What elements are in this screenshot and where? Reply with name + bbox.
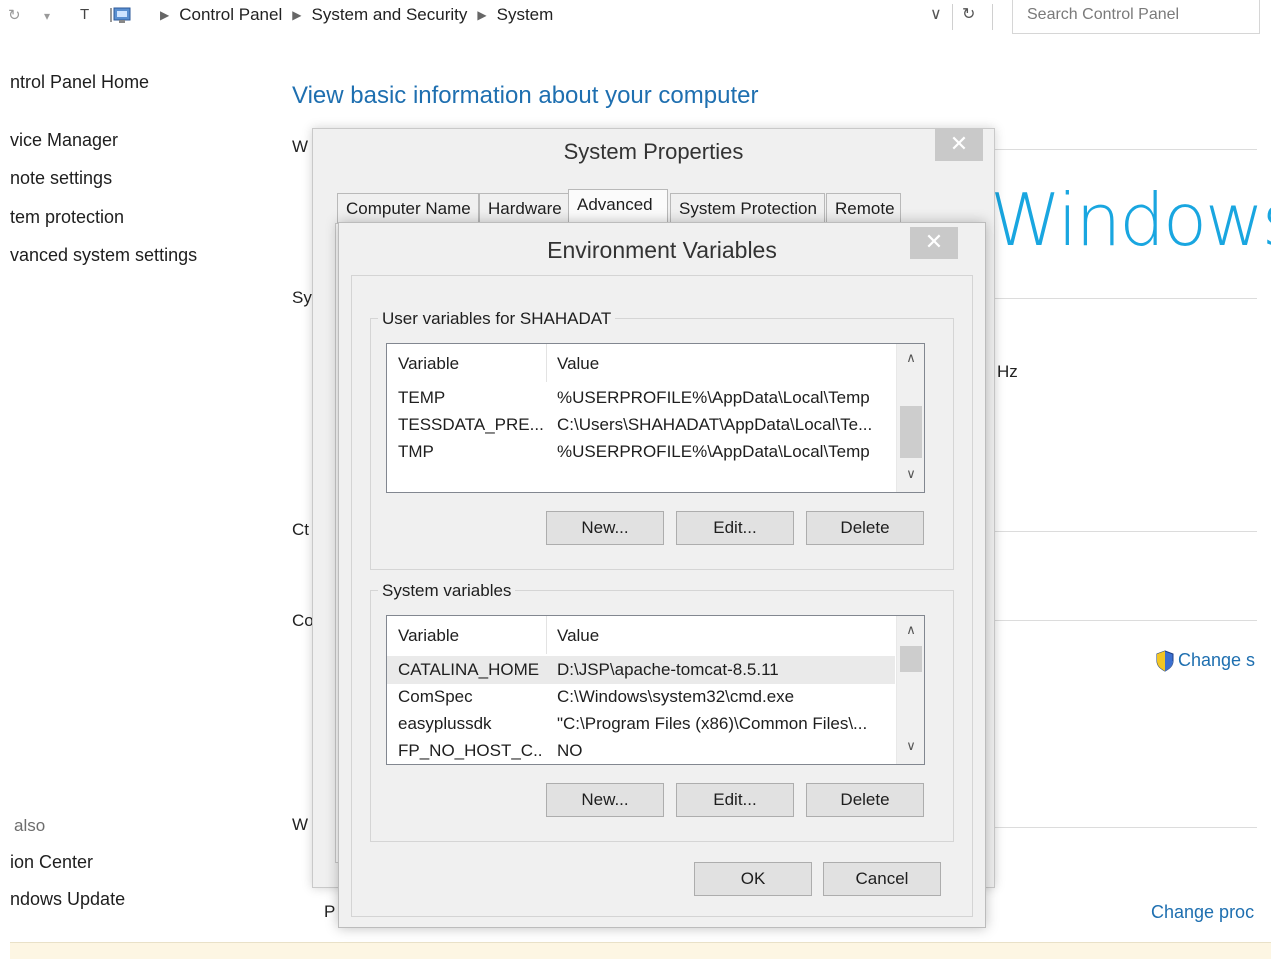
column-header-variable[interactable]: Variable	[398, 354, 459, 374]
up-icon[interactable]: T	[80, 6, 89, 23]
variable-name: easyplussdk	[398, 714, 492, 733]
list-item[interactable]: FP_NO_HOST_C... NO	[387, 739, 895, 764]
user-variables-list[interactable]: Variable Value TEMP %USERPROFILE%\AppDat…	[386, 343, 925, 493]
close-button[interactable]: ✕	[935, 129, 983, 161]
column-header-variable[interactable]: Variable	[398, 626, 459, 646]
user-delete-button[interactable]: Delete	[806, 511, 924, 545]
scrollbar[interactable]: ∧ ∨	[896, 344, 924, 492]
system-edit-button[interactable]: Edit...	[676, 783, 794, 817]
change-product-key-link[interactable]: Change proc	[1151, 902, 1254, 923]
list-item-selected[interactable]: CATALINA_HOME D:\JSP\apache-tomcat-8.5.1…	[387, 656, 895, 684]
divider	[995, 531, 1257, 532]
sidebar-item-remote-settings[interactable]: note settings	[10, 168, 112, 189]
tab-computer-name[interactable]: Computer Name	[337, 193, 479, 223]
search-input[interactable]: Search Control Panel	[1012, 0, 1260, 34]
address-dropdown-icon[interactable]: ∨	[930, 4, 942, 24]
system-variables-label: System variables	[378, 581, 516, 601]
variable-name: TEMP	[398, 388, 446, 407]
windows-logo: Windows®	[990, 178, 1271, 262]
control-panel-icon	[110, 7, 131, 23]
processor-speed-text: Hz	[997, 362, 1018, 381]
scroll-up-icon[interactable]: ∧	[897, 622, 924, 638]
variable-value: "C:\Program Files (x86)\Common Files\...	[557, 714, 868, 733]
scroll-thumb[interactable]	[900, 646, 922, 672]
breadcrumb: ▶ Control Panel ▶ System and Security ▶ Syste…	[160, 5, 554, 24]
scroll-thumb[interactable]	[900, 406, 922, 458]
section-heading-computer-name: Ct	[292, 520, 309, 539]
tab-advanced[interactable]: Advanced	[568, 189, 668, 225]
column-header-value[interactable]: Value	[557, 626, 599, 646]
back-icon[interactable]: ↻	[8, 6, 21, 24]
variable-value: NO	[557, 741, 583, 760]
section-heading-edition: W	[292, 137, 309, 156]
dialog-body: User variables for SHAHADAT Variable Val…	[351, 275, 973, 917]
cancel-button[interactable]: Cancel	[823, 862, 941, 896]
user-edit-button[interactable]: Edit...	[676, 511, 794, 545]
list-item[interactable]: TESSDATA_PRE... C:\Users\SHAHADAT\AppDat…	[387, 413, 895, 440]
system-properties-title: System Properties	[563, 139, 744, 164]
scroll-up-icon[interactable]: ∧	[897, 350, 924, 366]
variable-name: TESSDATA_PRE...	[398, 415, 543, 434]
see-also-action-center[interactable]: ion Center	[10, 852, 93, 873]
see-also-label: also	[14, 816, 46, 835]
system-variables-list[interactable]: Variable Value CATALINA_HOME D:\JSP\apac…	[386, 615, 925, 765]
close-button[interactable]: ✕	[910, 227, 958, 259]
column-divider[interactable]	[546, 344, 547, 382]
variable-name: CATALINA_HOME	[398, 660, 540, 679]
column-header-value[interactable]: Value	[557, 354, 599, 374]
tab-system-protection[interactable]: System Protection	[670, 193, 825, 223]
sidebar-item-advanced-settings[interactable]: vanced system settings	[10, 245, 197, 266]
variable-name: FP_NO_HOST_C...	[398, 741, 543, 760]
divider	[992, 4, 993, 30]
recent-pages-icon[interactable]: ▾	[44, 9, 50, 23]
tab-hardware[interactable]: Hardware	[479, 193, 569, 223]
list-header: Variable Value	[387, 344, 894, 384]
section-heading-activation: W	[292, 815, 309, 834]
scrollbar[interactable]: ∧ ∨	[896, 616, 924, 764]
column-divider[interactable]	[546, 616, 547, 654]
variable-value: %USERPROFILE%\AppData\Local\Temp	[557, 388, 870, 407]
sidebar-item-control-panel-home[interactable]: ntrol Panel Home	[10, 72, 149, 93]
scroll-down-icon[interactable]: ∨	[897, 466, 924, 482]
page-title: View basic information about your comput…	[292, 82, 759, 109]
user-new-button[interactable]: New...	[546, 511, 664, 545]
change-settings-link[interactable]: Change s	[1178, 650, 1255, 671]
dialog-title: Environment Variables	[547, 237, 777, 263]
taskbar-strip	[10, 942, 1271, 959]
system-delete-button[interactable]: Delete	[806, 783, 924, 817]
section-text-product: P	[324, 902, 336, 921]
list-header: Variable Value	[387, 616, 894, 656]
list-item[interactable]: TEMP %USERPROFILE%\AppData\Local\Temp	[387, 386, 895, 413]
section-heading-computer: Co	[292, 611, 314, 630]
system-new-button[interactable]: New...	[546, 783, 664, 817]
divider	[995, 149, 1257, 150]
variable-value: D:\JSP\apache-tomcat-8.5.11	[557, 660, 779, 679]
list-item[interactable]: TMP %USERPROFILE%\AppData\Local\Temp	[387, 440, 895, 467]
divider	[995, 298, 1257, 299]
see-also-windows-update[interactable]: ndows Update	[10, 889, 125, 910]
scroll-down-icon[interactable]: ∨	[897, 738, 924, 754]
variable-value: %USERPROFILE%\AppData\Local\Temp	[557, 442, 870, 461]
breadcrumb-system[interactable]: System	[497, 5, 554, 24]
tab-remote[interactable]: Remote	[826, 193, 901, 223]
sidebar-item-device-manager[interactable]: vice Manager	[10, 130, 118, 151]
breadcrumb-control-panel[interactable]: Control Panel	[179, 5, 282, 24]
section-heading-system: Sy	[292, 288, 312, 307]
divider	[995, 827, 1257, 828]
variable-name: ComSpec	[398, 687, 473, 706]
divider	[995, 620, 1257, 621]
variable-name: TMP	[398, 442, 434, 461]
environment-variables-dialog: Environment Variables ✕ User variables f…	[338, 222, 986, 928]
divider	[952, 4, 953, 30]
variable-value: C:\Users\SHAHADAT\AppData\Local\Te...	[557, 415, 873, 434]
sidebar-item-system-protection[interactable]: tem protection	[10, 207, 124, 228]
variable-value: C:\Windows\system32\cmd.exe	[557, 687, 795, 706]
list-item[interactable]: ComSpec C:\Windows\system32\cmd.exe	[387, 685, 895, 712]
list-item[interactable]: easyplussdk "C:\Program Files (x86)\Comm…	[387, 712, 895, 739]
ok-button[interactable]: OK	[694, 862, 812, 896]
refresh-icon[interactable]: ↻	[962, 4, 975, 24]
uac-shield-icon	[1156, 650, 1174, 672]
user-variables-label: User variables for SHAHADAT	[378, 309, 616, 329]
breadcrumb-system-security[interactable]: System and Security	[311, 5, 467, 24]
